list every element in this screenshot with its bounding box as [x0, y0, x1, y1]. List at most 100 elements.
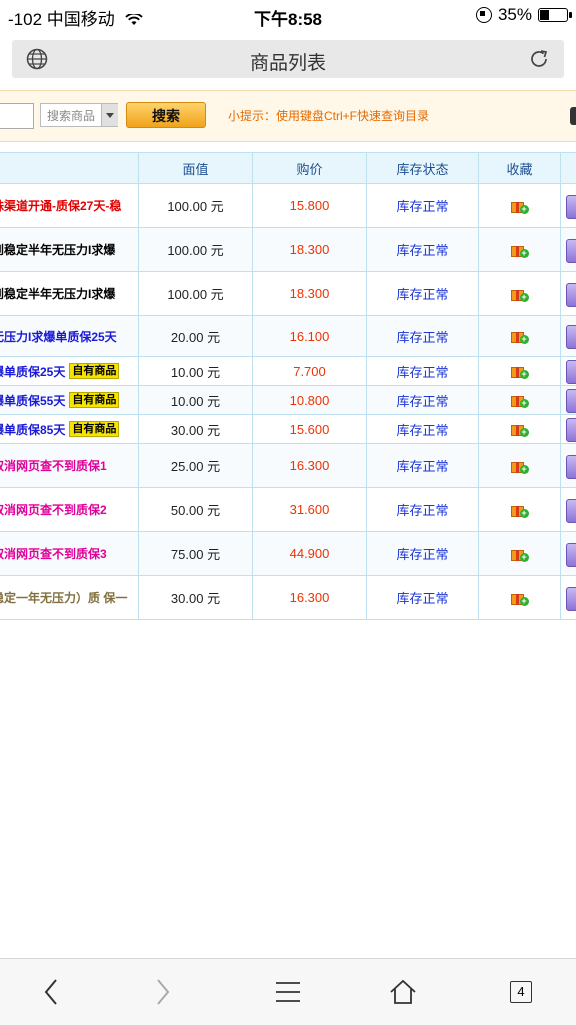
header-stock: 库存状态 — [366, 153, 478, 183]
product-name[interactable]: 爆单质保25天自有商品 — [0, 357, 138, 385]
buy-button[interactable] — [566, 389, 576, 413]
table-row[interactable]: 爆单质保55天自有商品10.00 元10.800库存正常+ — [0, 386, 576, 415]
buy-button[interactable] — [566, 498, 576, 523]
table-row[interactable]: 到稳定半年无压力I求爆 100.00 元 18.300 库存正常 + — [0, 228, 576, 272]
tabs-button[interactable]: 4 — [504, 975, 538, 1009]
buy-button[interactable] — [566, 542, 576, 567]
add-favorite-icon[interactable]: + — [510, 421, 529, 437]
face-value: 30.00 元 — [138, 415, 252, 443]
header-face: 面值 — [138, 153, 252, 183]
product-name-text[interactable]: 无压力I求爆单质保25天 — [0, 328, 117, 345]
stock-status: 库存正常 — [366, 576, 478, 619]
add-favorite-icon[interactable]: + — [510, 328, 529, 344]
table-row[interactable]: 爆单质保25天自有商品10.00 元7.700库存正常+ — [0, 357, 576, 386]
stock-status: 库存正常 — [366, 444, 478, 487]
add-favorite-icon[interactable]: + — [510, 286, 529, 302]
product-name[interactable]: 无压力I求爆单质保25天 — [0, 316, 138, 356]
add-favorite-icon[interactable]: + — [510, 392, 529, 408]
buy-button[interactable] — [566, 238, 576, 263]
add-favorite-icon[interactable]: + — [510, 590, 529, 606]
product-name-text[interactable]: 殊渠道开通-质保27天-稳 — [0, 197, 121, 214]
product-name-text[interactable]: 到稳定半年无压力I求爆 — [0, 285, 115, 302]
purchase-price: 16.300 — [252, 576, 366, 619]
product-name[interactable]: 到稳定半年无压力I求爆 — [0, 228, 138, 271]
header-fav: 收藏 — [478, 153, 560, 183]
buy-button[interactable] — [566, 586, 576, 611]
buy-button[interactable] — [566, 454, 576, 479]
product-name-text[interactable]: 稳定一年无压力）质 保一 — [0, 589, 127, 606]
favorite-cell: + — [478, 576, 560, 619]
tabs-count[interactable]: 4 — [510, 981, 532, 1003]
table-row[interactable]: 取消网页查不到质保2 50.00 元 31.600 库存正常 + — [0, 488, 576, 532]
product-table: 面值 购价 库存状态 收藏 殊渠道开通-质保27天-稳 100.00 元 15.80… — [0, 152, 576, 620]
product-name-text[interactable]: 到稳定半年无压力I求爆 — [0, 241, 115, 258]
add-favorite-icon[interactable]: + — [510, 458, 529, 474]
table-header: 面值 购价 库存状态 收藏 — [0, 152, 576, 184]
product-name[interactable]: 稳定一年无压力）质 保一 — [0, 576, 138, 619]
reload-icon[interactable] — [528, 48, 550, 70]
add-favorite-icon[interactable]: + — [510, 546, 529, 562]
stock-status: 库存正常 — [366, 386, 478, 414]
face-value: 30.00 元 — [138, 576, 252, 619]
search-button[interactable]: 搜索 — [126, 102, 206, 128]
action-cell — [560, 357, 576, 385]
battery-icon — [538, 8, 572, 22]
face-value: 20.00 元 — [138, 316, 252, 356]
action-cell — [560, 184, 576, 227]
action-cell — [560, 444, 576, 487]
buy-button[interactable] — [566, 194, 576, 219]
address-bar[interactable]: 商品列表 — [12, 40, 564, 78]
table-row[interactable]: 取消网页查不到质保1 25.00 元 16.300 库存正常 + — [0, 444, 576, 488]
product-name-text[interactable]: 取消网页查不到质保3 — [0, 545, 107, 562]
buy-button[interactable] — [566, 418, 576, 442]
buy-button[interactable] — [566, 360, 576, 384]
forward-button[interactable] — [146, 975, 180, 1009]
home-button[interactable] — [386, 975, 420, 1009]
action-cell — [560, 488, 576, 531]
back-button[interactable] — [34, 975, 68, 1009]
face-value: 100.00 元 — [138, 272, 252, 315]
table-row[interactable]: 殊渠道开通-质保27天-稳 100.00 元 15.800 库存正常 + — [0, 184, 576, 228]
product-name[interactable]: 殊渠道开通-质保27天-稳 — [0, 184, 138, 227]
buy-button[interactable] — [566, 325, 576, 349]
product-name[interactable]: 取消网页查不到质保3 — [0, 532, 138, 575]
table-row[interactable]: 稳定一年无压力）质 保一 30.00 元 16.300 库存正常 + — [0, 576, 576, 620]
buy-button[interactable] — [566, 282, 576, 307]
menu-button[interactable] — [271, 975, 305, 1009]
favorite-cell: + — [478, 184, 560, 227]
add-favorite-icon[interactable]: + — [510, 198, 529, 214]
action-cell — [560, 386, 576, 414]
product-name[interactable]: 爆单质保55天自有商品 — [0, 386, 138, 414]
own-product-badge: 自有商品 — [69, 421, 120, 437]
product-name[interactable]: 取消网页查不到质保1 — [0, 444, 138, 487]
search-input[interactable] — [0, 103, 34, 129]
home-icon[interactable] — [389, 979, 417, 1005]
product-name-text[interactable]: 爆单质保55天 — [0, 392, 65, 409]
product-name[interactable]: 取消网页查不到质保2 — [0, 488, 138, 531]
product-name[interactable]: 到稳定半年无压力I求爆 — [0, 272, 138, 315]
table-row[interactable]: 爆单质保85天自有商品30.00 元15.600库存正常+ — [0, 415, 576, 444]
chevron-right-icon[interactable] — [154, 978, 172, 1006]
product-name[interactable]: 爆单质保85天自有商品 — [0, 415, 138, 443]
stock-status: 库存正常 — [366, 532, 478, 575]
menu-icon[interactable] — [275, 981, 301, 1003]
purchase-price: 10.800 — [252, 386, 366, 414]
header-action — [560, 153, 576, 183]
stock-status: 库存正常 — [366, 184, 478, 227]
action-cell — [560, 576, 576, 619]
chevron-left-icon[interactable] — [42, 978, 60, 1006]
chevron-down-icon[interactable] — [101, 104, 118, 126]
status-bar: -102 中国移动 下午8:58 35% — [0, 0, 576, 32]
add-favorite-icon[interactable]: + — [510, 242, 529, 258]
action-cell — [560, 415, 576, 443]
table-row[interactable]: 到稳定半年无压力I求爆 100.00 元 18.300 库存正常 + — [0, 272, 576, 316]
product-name-text[interactable]: 取消网页查不到质保1 — [0, 457, 107, 474]
product-name-text[interactable]: 爆单质保25天 — [0, 363, 65, 380]
table-row[interactable]: 取消网页查不到质保3 75.00 元 44.900 库存正常 + — [0, 532, 576, 576]
table-row[interactable]: 无压力I求爆单质保25天 20.00 元 16.100 库存正常 + — [0, 316, 576, 357]
add-favorite-icon[interactable]: + — [510, 502, 529, 518]
product-name-text[interactable]: 爆单质保85天 — [0, 421, 65, 438]
product-name-text[interactable]: 取消网页查不到质保2 — [0, 501, 107, 518]
add-favorite-icon[interactable]: + — [510, 363, 529, 379]
stock-status: 库存正常 — [366, 488, 478, 531]
